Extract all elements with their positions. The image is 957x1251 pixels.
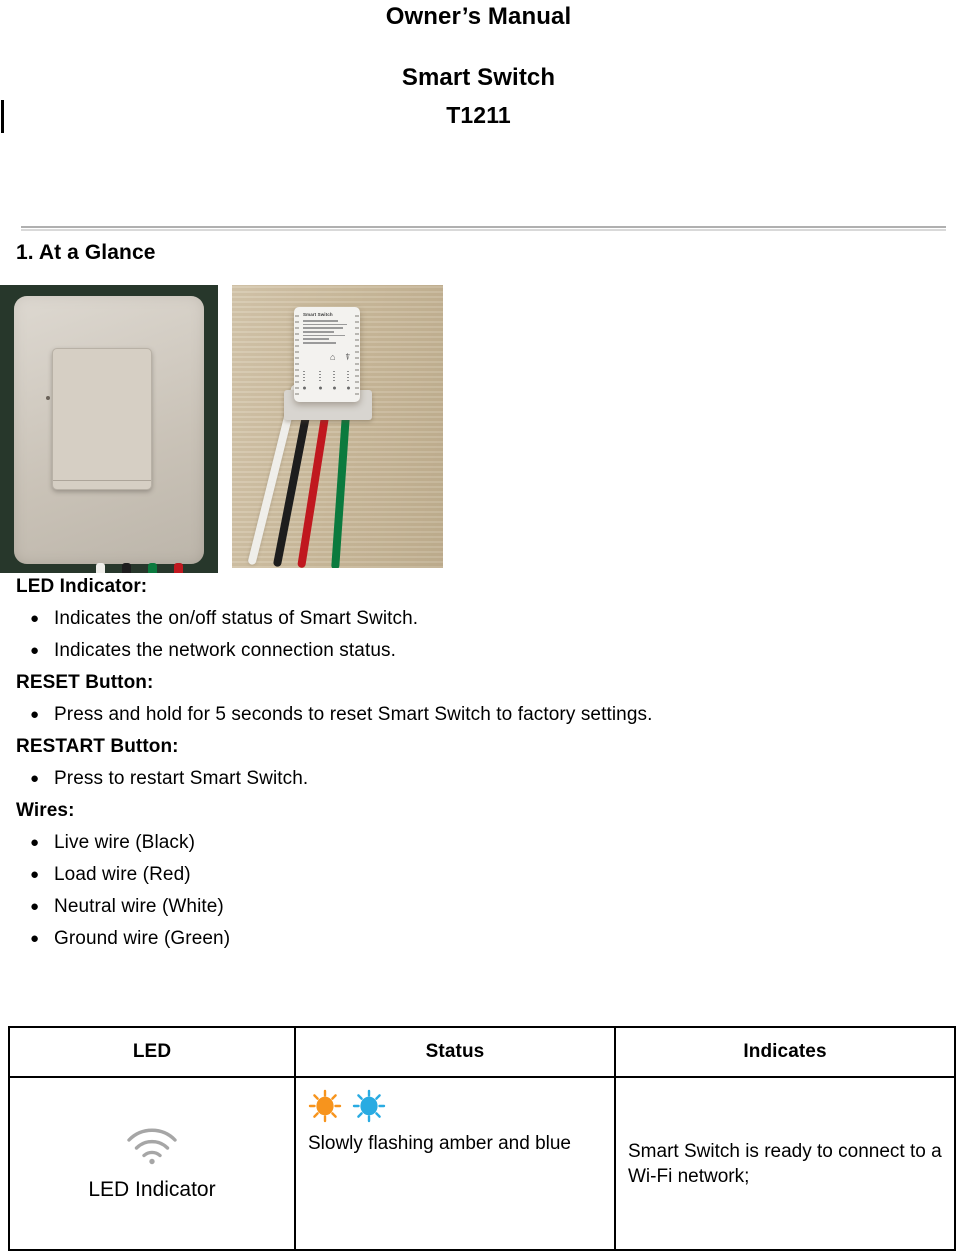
feature-item: ● Indicates the network connection statu… [16, 635, 916, 667]
bullet-icon: ● [30, 770, 40, 787]
blue-flash-icon [352, 1089, 386, 1130]
feature-list: LED Indicator: ● Indicates the on/off st… [16, 571, 916, 955]
feature-item: ● Press and hold for 5 seconds to reset … [16, 699, 916, 731]
table-header-row: LED Status Indicates [8, 1026, 956, 1078]
feature-item: ● Press to restart Smart Switch. [16, 763, 916, 795]
feature-item-text: Press and hold for 5 seconds to reset Sm… [54, 704, 653, 725]
feature-item-text: Indicates the network connection status. [54, 640, 396, 661]
column-header-status: Status [294, 1026, 616, 1078]
feature-item-text: Neutral wire (White) [54, 896, 224, 917]
cell-led: LED Indicator [8, 1076, 296, 1251]
module-vents-left [295, 315, 299, 395]
feature-heading-wires: Wires: [16, 800, 75, 821]
feature-item-text: Load wire (Red) [54, 864, 191, 885]
cell-indicates: Smart Switch is ready to connect to a Wi… [614, 1076, 956, 1251]
column-header-indicates: Indicates [614, 1026, 956, 1078]
section-divider [21, 226, 946, 231]
smart-switch-module-photo: Smart Switch ⌂ ⍒ ● ● ● ● [232, 285, 443, 568]
feature-item-text: Live wire (Black) [54, 832, 196, 853]
divider-line-bottom [21, 229, 946, 231]
feature-item-text: Press to restart Smart Switch. [54, 768, 309, 789]
amber-flash-icon [308, 1089, 342, 1130]
feature-item: ● Indicates the on/off status of Smart S… [16, 603, 916, 635]
waste-bin-mark-icon: ⍒ [345, 352, 351, 362]
module-terminal-row: ● ● ● ● [301, 371, 353, 397]
led-status-table: LED Status Indicates LED Indicator Slowl… [8, 1026, 956, 1251]
house-mark-icon: ⌂ [330, 352, 336, 362]
feature-heading-reset-button: RESET Button: [16, 672, 154, 693]
bullet-icon: ● [30, 898, 40, 915]
feature-item-text: Indicates the on/off status of Smart Swi… [54, 608, 419, 629]
section-heading-at-a-glance: 1. At a Glance [16, 241, 156, 264]
bullet-icon: ● [30, 610, 40, 627]
feature-item: ● Neutral wire (White) [16, 891, 916, 923]
module-housing: Smart Switch ⌂ ⍒ ● ● ● ● [294, 307, 360, 402]
product-name-title: Smart Switch [401, 64, 556, 91]
led-indicator-label: LED Indicator [88, 1178, 216, 1201]
feature-item: ● Ground wire (Green) [16, 923, 916, 955]
switch-led-dot [46, 396, 50, 400]
indicates-description: Smart Switch is ready to connect to a Wi… [628, 1140, 942, 1187]
column-header-led: LED [8, 1026, 296, 1078]
cell-status: Slowly flashing amber and blue [294, 1076, 616, 1251]
switch-rocker-paddle [52, 348, 152, 490]
module-label-title: Smart Switch [303, 312, 333, 317]
status-description: Slowly flashing amber and blue [308, 1133, 571, 1154]
bullet-icon: ● [30, 642, 40, 659]
feature-item: ● Load wire (Red) [16, 859, 916, 891]
table-row: LED Indicator Slowly flashing amber and … [8, 1076, 956, 1251]
bullet-icon: ● [30, 866, 40, 883]
feature-heading-led-indicator: LED Indicator: [16, 576, 148, 597]
bullet-icon: ● [30, 930, 40, 947]
bullet-icon: ● [30, 706, 40, 723]
status-icon-group [308, 1089, 602, 1126]
feature-item-text: Ground wire (Green) [54, 928, 231, 949]
product-photo-row: Smart Switch ⌂ ⍒ ● ● ● ● [0, 285, 460, 573]
wall-switch-front-photo [0, 285, 218, 573]
switch-wire-tips [96, 563, 208, 573]
feature-item: ● Live wire (Black) [16, 827, 916, 859]
bullet-icon: ● [30, 834, 40, 851]
wifi-icon [123, 1124, 181, 1171]
divider-line-top [21, 226, 946, 228]
feature-heading-restart-button: RESTART Button: [16, 736, 179, 757]
model-number-title: T1211 [446, 102, 511, 128]
module-certification-marks: ⌂ ⍒ [330, 353, 356, 365]
module-label-spec-lines [303, 320, 347, 346]
document-title: Owner’s Manual [385, 3, 572, 30]
